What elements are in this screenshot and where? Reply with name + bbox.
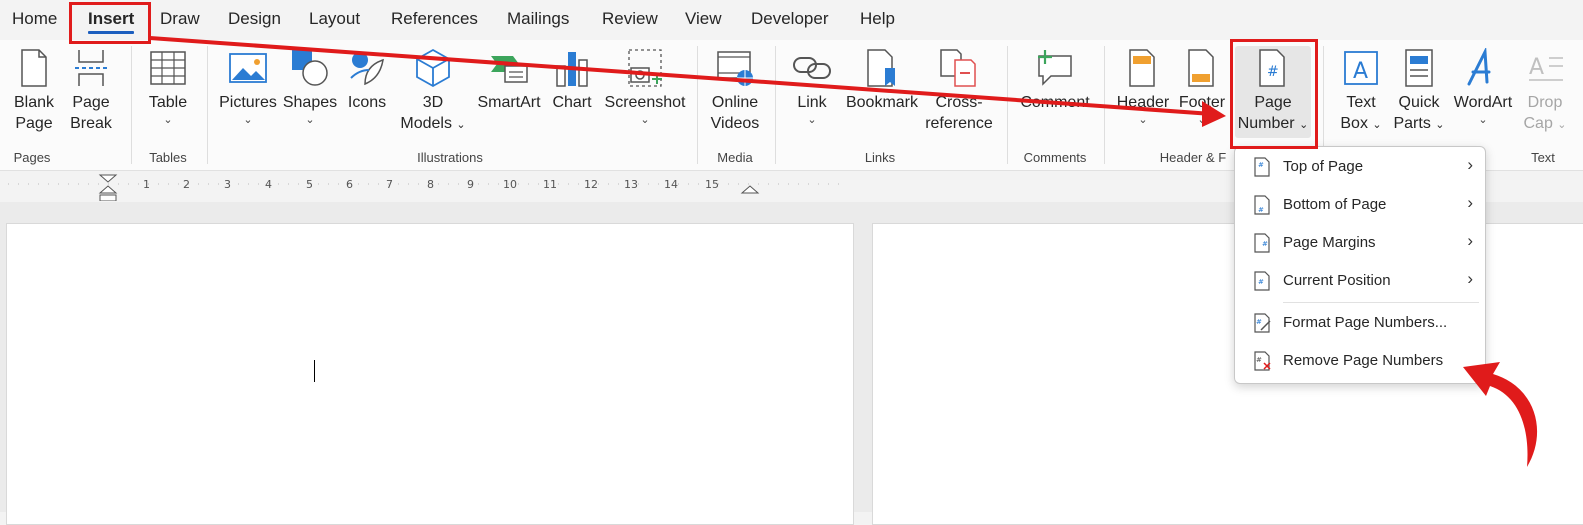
annotation-arrow-head [1202, 101, 1226, 127]
annotation-arrows [149, 36, 1538, 467]
annotation-curved-arrow [1463, 362, 1538, 467]
annotation-arrow-line [149, 36, 1213, 116]
